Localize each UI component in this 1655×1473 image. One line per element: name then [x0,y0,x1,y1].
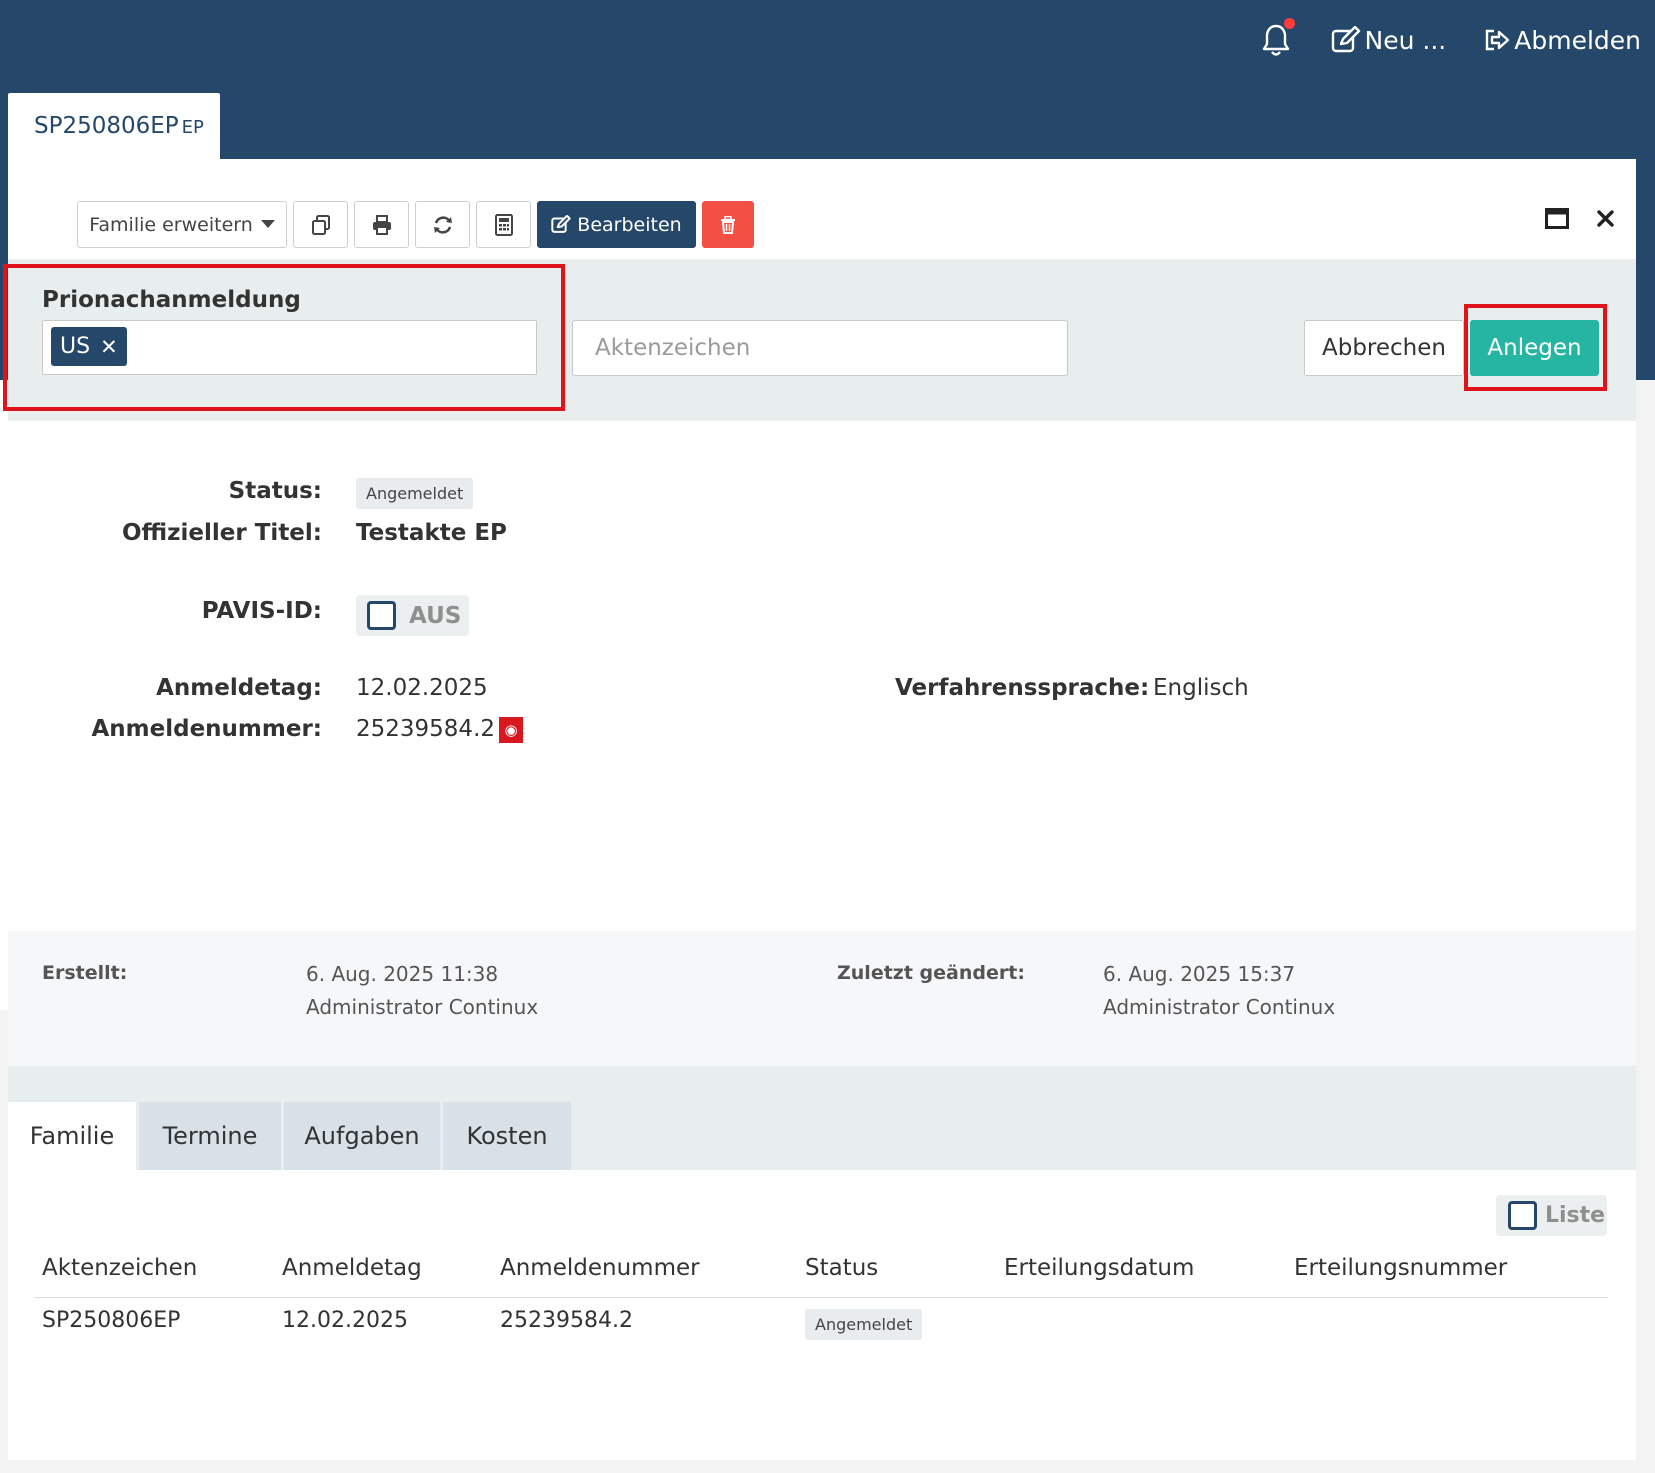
page-margin-left [0,1010,8,1473]
geaendert-label: Zuletzt geändert: [837,962,1025,984]
titel-label: Offizieller Titel: [121,520,322,546]
new-menu-button[interactable]: Neu ... [1331,25,1447,55]
titel-value: Testakte EP [356,520,507,546]
familie-erweitern-dropdown[interactable]: Familie erweitern [77,201,287,248]
row-aktenzeichen[interactable]: SP250806EP [42,1308,180,1333]
row-status-badge: Angemeldet [805,1309,923,1340]
document-tab-suffix: EP [181,117,204,138]
copy-button[interactable] [293,201,348,248]
verfahrenssprache-value: Englisch [1153,675,1249,701]
refresh-button[interactable] [415,201,470,248]
pavis-checkbox [367,601,396,630]
aktenzeichen-input[interactable] [572,320,1068,376]
action-toolbar: Familie erweitern Bearbeiten [77,201,754,248]
bearbeiten-label: Bearbeiten [577,213,682,236]
page-margin-bottom [0,1460,1655,1473]
abbrechen-button[interactable]: Abbrechen [1304,320,1464,376]
column-header-status[interactable]: Status [805,1255,878,1281]
caret-down-icon [260,220,275,228]
print-button[interactable] [354,201,409,248]
close-icon[interactable] [1597,210,1614,227]
liste-toggle[interactable]: Liste [1496,1195,1607,1236]
column-header-anmeldenummer[interactable]: Anmeldenummer [500,1255,700,1281]
notification-indicator [1283,18,1295,29]
maximize-icon[interactable] [1545,208,1569,229]
top-actions: Neu ... Abmelden [1223,18,1641,58]
liste-label: Liste [1545,1203,1606,1228]
erstellt-user: Administrator Continux [306,995,539,1019]
tab-termine[interactable]: Termine [139,1102,281,1170]
column-header-erteilungsdatum[interactable]: Erteilungsdatum [1004,1255,1194,1281]
highlight-box-prio [3,264,565,411]
edit-icon [1331,26,1360,53]
edit-icon [551,215,571,233]
geaendert-date: 6. Aug. 2025 15:37 [1103,962,1296,986]
row-anmeldenummer: 25239584.2 [500,1308,633,1333]
pavis-toggle[interactable]: AUS [356,595,469,636]
geaendert-user: Administrator Continux [1103,995,1336,1019]
column-header-erteilungsnummer[interactable]: Erteilungsnummer [1294,1255,1507,1281]
anmeldetag-label: Anmeldetag: [156,675,322,701]
bearbeiten-button[interactable]: Bearbeiten [537,201,696,248]
column-header-anmeldetag[interactable]: Anmeldetag [282,1255,422,1281]
anmeldetag-value: 12.02.2025 [356,675,488,701]
anmeldenummer-label: Anmeldenummer: [91,716,322,742]
epo-register-icon[interactable]: ◉ [499,716,524,743]
tab-familie[interactable]: Familie [8,1102,136,1170]
tab-aufgaben[interactable]: Aufgaben [284,1102,440,1170]
status-badge: Angemeldet [356,478,474,509]
delete-button[interactable] [702,201,754,248]
trash-icon [721,215,735,234]
calculator-button[interactable] [476,201,531,248]
logout-button[interactable]: Abmelden [1484,26,1641,55]
audit-info-section [8,931,1636,1066]
tab-kosten[interactable]: Kosten [443,1102,571,1170]
highlight-box-anlegen [1464,304,1607,391]
new-menu-label: Neu ... [1364,25,1447,55]
logout-label: Abmelden [1514,25,1641,55]
erstellt-date: 6. Aug. 2025 11:38 [306,962,499,986]
copy-icon [311,214,330,235]
verfahrenssprache-label: Verfahrenssprache: [895,675,1150,701]
table-header-divider [34,1297,1608,1298]
status-label: Status: [228,478,322,504]
erstellt-label: Erstellt: [42,962,128,984]
calculator-icon [494,213,513,236]
anmeldenummer-value: 25239584.2 [356,716,496,742]
row-anmeldetag: 12.02.2025 [282,1308,408,1333]
page-margin-right [1636,380,1655,1473]
anmeldenummer-value-row: 25239584.2 ◉ [356,716,524,743]
pavis-label: PAVIS-ID: [201,598,322,624]
document-tab[interactable]: SP250806EP EP [8,93,220,159]
print-icon [372,214,391,235]
document-tab-title: SP250806EP [34,113,179,139]
pavis-toggle-label: AUS [409,602,462,629]
notifications-button[interactable] [1261,18,1295,58]
column-header-aktenzeichen[interactable]: Aktenzeichen [42,1255,197,1281]
refresh-icon [433,215,452,234]
logout-icon [1486,29,1510,51]
liste-checkbox [1508,1201,1537,1230]
section-tabs: Familie Termine Aufgaben Kosten [8,1102,571,1170]
familie-erweitern-label: Familie erweitern [89,213,253,236]
window-controls [1545,208,1614,229]
